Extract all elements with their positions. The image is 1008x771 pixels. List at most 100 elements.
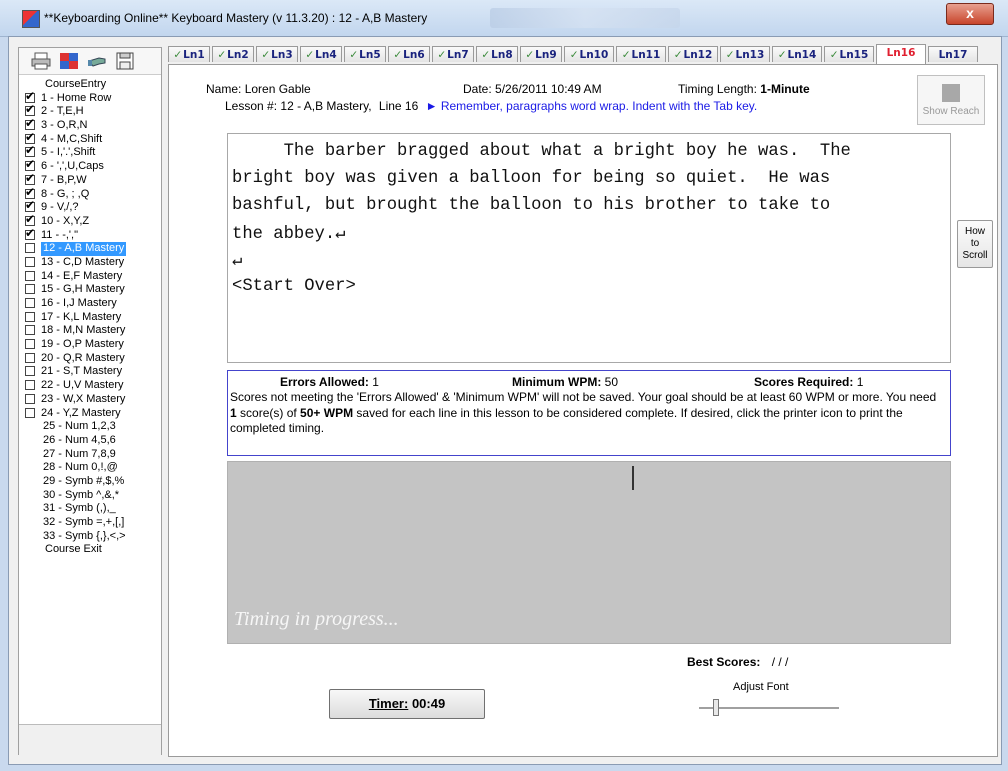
course-item[interactable]: 7 - B,P,W — [21, 172, 161, 188]
tab-ln16[interactable]: Ln16 — [876, 44, 926, 64]
tab-ln5[interactable]: ✓Ln5 — [344, 46, 386, 62]
typing-passage[interactable]: The barber bragged about what a bright b… — [227, 133, 951, 363]
course-checkbox[interactable] — [25, 103, 35, 117]
course-checkbox[interactable] — [25, 90, 35, 103]
course-item[interactable]: 12 - A,B Mastery — [21, 242, 161, 256]
course-item-label: 28 - Num 0,!,@ — [43, 461, 118, 474]
tab-ln11[interactable]: ✓Ln11 — [616, 46, 666, 62]
puzzle-icon[interactable] — [59, 52, 79, 70]
font-size-slider[interactable] — [699, 697, 839, 719]
tab-ln10[interactable]: ✓Ln10 — [564, 46, 614, 62]
course-checkbox[interactable] — [25, 284, 35, 295]
course-item[interactable]: 9 - V,/,? — [21, 199, 161, 215]
course-checkbox[interactable] — [25, 393, 35, 404]
typing-input-area[interactable]: Timing in progress... — [227, 461, 951, 644]
course-checkbox[interactable] — [25, 243, 35, 254]
course-item[interactable]: 6 - ',',U,Caps — [21, 158, 161, 174]
course-item[interactable]: 15 - G,H Mastery — [21, 283, 161, 297]
tab-label: Ln4 — [315, 49, 337, 61]
course-checkbox[interactable] — [25, 298, 35, 308]
course-checkbox[interactable] — [25, 366, 35, 377]
course-checkbox[interactable] — [25, 325, 35, 336]
course-item-label: 4 - M,C,Shift — [41, 132, 103, 145]
course-checkbox[interactable] — [25, 380, 35, 391]
course-item[interactable]: 20 - Q,R Mastery — [21, 352, 161, 366]
course-item[interactable]: 19 - O,P Mastery — [21, 338, 161, 352]
course-item[interactable]: 2 - T,E,H — [21, 103, 161, 119]
course-item[interactable]: 13 - C,D Mastery — [21, 256, 161, 270]
course-item[interactable]: 5 - I,'.',Shift — [21, 144, 161, 160]
course-checkbox[interactable] — [25, 158, 35, 172]
tab-ln8[interactable]: ✓Ln8 — [476, 46, 518, 62]
course-item-label: 15 - G,H Mastery — [41, 283, 125, 296]
how-to-scroll-button[interactable]: How to Scroll — [957, 220, 993, 268]
course-item[interactable]: 27 - Num 7,8,9 — [21, 448, 161, 462]
course-item[interactable]: 14 - E,F Mastery — [21, 270, 161, 284]
tab-ln12[interactable]: ✓Ln12 — [668, 46, 718, 62]
tab-ln17[interactable]: Ln17 — [928, 46, 978, 62]
tab-ln1[interactable]: ✓Ln1 — [168, 46, 210, 62]
course-item[interactable]: 4 - M,C,Shift — [21, 131, 161, 147]
course-item[interactable]: CourseEntry — [21, 78, 161, 92]
course-checkbox[interactable] — [25, 213, 35, 227]
course-checkbox[interactable] — [25, 352, 35, 363]
course-checkbox[interactable] — [25, 199, 35, 213]
name-label: Name: — [206, 82, 242, 96]
course-item[interactable]: 1 - Home Row — [21, 90, 161, 106]
start-over-link[interactable]: <Start Over> — [232, 277, 356, 296]
save-icon[interactable] — [115, 52, 135, 70]
course-item[interactable]: 25 - Num 1,2,3 — [21, 420, 161, 434]
course-item[interactable]: 8 - G, ; ,Q — [21, 186, 161, 202]
course-item[interactable]: 31 - Symb (,),_ — [21, 502, 161, 516]
course-item[interactable]: 28 - Num 0,!,@ — [21, 461, 161, 475]
requirements-box: Errors Allowed: 1 Minimum WPM: 50 Scores… — [227, 370, 951, 456]
course-item[interactable]: 32 - Symb =,+,[,] — [21, 516, 161, 530]
show-reach-label: Show Reach — [922, 106, 980, 117]
course-checkbox[interactable] — [25, 131, 35, 144]
course-item[interactable]: 24 - Y,Z Mastery — [21, 407, 161, 421]
slider-thumb[interactable] — [713, 699, 719, 716]
course-item[interactable]: 18 - M,N Mastery — [21, 324, 161, 338]
tab-ln14[interactable]: ✓Ln14 — [772, 46, 822, 62]
course-item[interactable]: 29 - Symb #,$,% — [21, 475, 161, 489]
tab-ln3[interactable]: ✓Ln3 — [256, 46, 298, 62]
course-item[interactable]: 26 - Num 4,5,6 — [21, 434, 161, 448]
course-checkbox[interactable] — [25, 311, 35, 322]
course-item[interactable]: 21 - S,T Mastery — [21, 365, 161, 379]
tab-ln4[interactable]: ✓Ln4 — [300, 46, 342, 62]
lesson-value: 12 - A,B Mastery, — [280, 99, 372, 113]
timer-button[interactable]: Timer: 00:49 — [329, 689, 485, 719]
course-item[interactable]: 30 - Symb ^,&,* — [21, 489, 161, 503]
close-button[interactable]: x — [946, 3, 994, 25]
course-checkbox[interactable] — [25, 270, 35, 281]
course-checkbox[interactable] — [25, 227, 35, 240]
course-checkbox[interactable] — [25, 172, 35, 186]
course-checkbox[interactable] — [25, 407, 35, 418]
course-checkbox[interactable] — [25, 339, 35, 350]
course-item[interactable]: 33 - Symb {,},<,> — [21, 530, 161, 544]
show-reach-button[interactable]: Show Reach — [917, 75, 985, 125]
main-window: CourseEntry1 - Home Row2 - T,E,H3 - O,R,… — [8, 36, 1002, 765]
tab-ln13[interactable]: ✓Ln13 — [720, 46, 770, 62]
tab-ln9[interactable]: ✓Ln9 — [520, 46, 562, 62]
tab-label: Ln1 — [183, 49, 205, 61]
course-checkbox[interactable] — [25, 186, 35, 199]
printer-icon[interactable] — [31, 52, 51, 70]
tab-ln15[interactable]: ✓Ln15 — [824, 46, 874, 62]
course-item[interactable]: 17 - K,L Mastery — [21, 311, 161, 325]
course-checkbox[interactable] — [25, 144, 35, 158]
course-item[interactable]: 10 - X,Y,Z — [21, 213, 161, 229]
course-checkbox[interactable] — [25, 117, 35, 131]
tab-ln7[interactable]: ✓Ln7 — [432, 46, 474, 62]
hand-pointer-icon[interactable] — [87, 52, 107, 70]
course-checkbox[interactable] — [25, 256, 35, 267]
course-item[interactable]: 22 - U,V Mastery — [21, 379, 161, 393]
tab-label: Ln16 — [886, 47, 916, 59]
course-item[interactable]: 11 - -,'," — [21, 227, 161, 243]
tab-ln2[interactable]: ✓Ln2 — [212, 46, 254, 62]
course-item[interactable]: Course Exit — [21, 543, 161, 557]
course-item[interactable]: 23 - W,X Mastery — [21, 393, 161, 407]
course-item[interactable]: 3 - O,R,N — [21, 117, 161, 133]
tab-ln6[interactable]: ✓Ln6 — [388, 46, 430, 62]
course-item[interactable]: 16 - I,J Mastery — [21, 297, 161, 311]
